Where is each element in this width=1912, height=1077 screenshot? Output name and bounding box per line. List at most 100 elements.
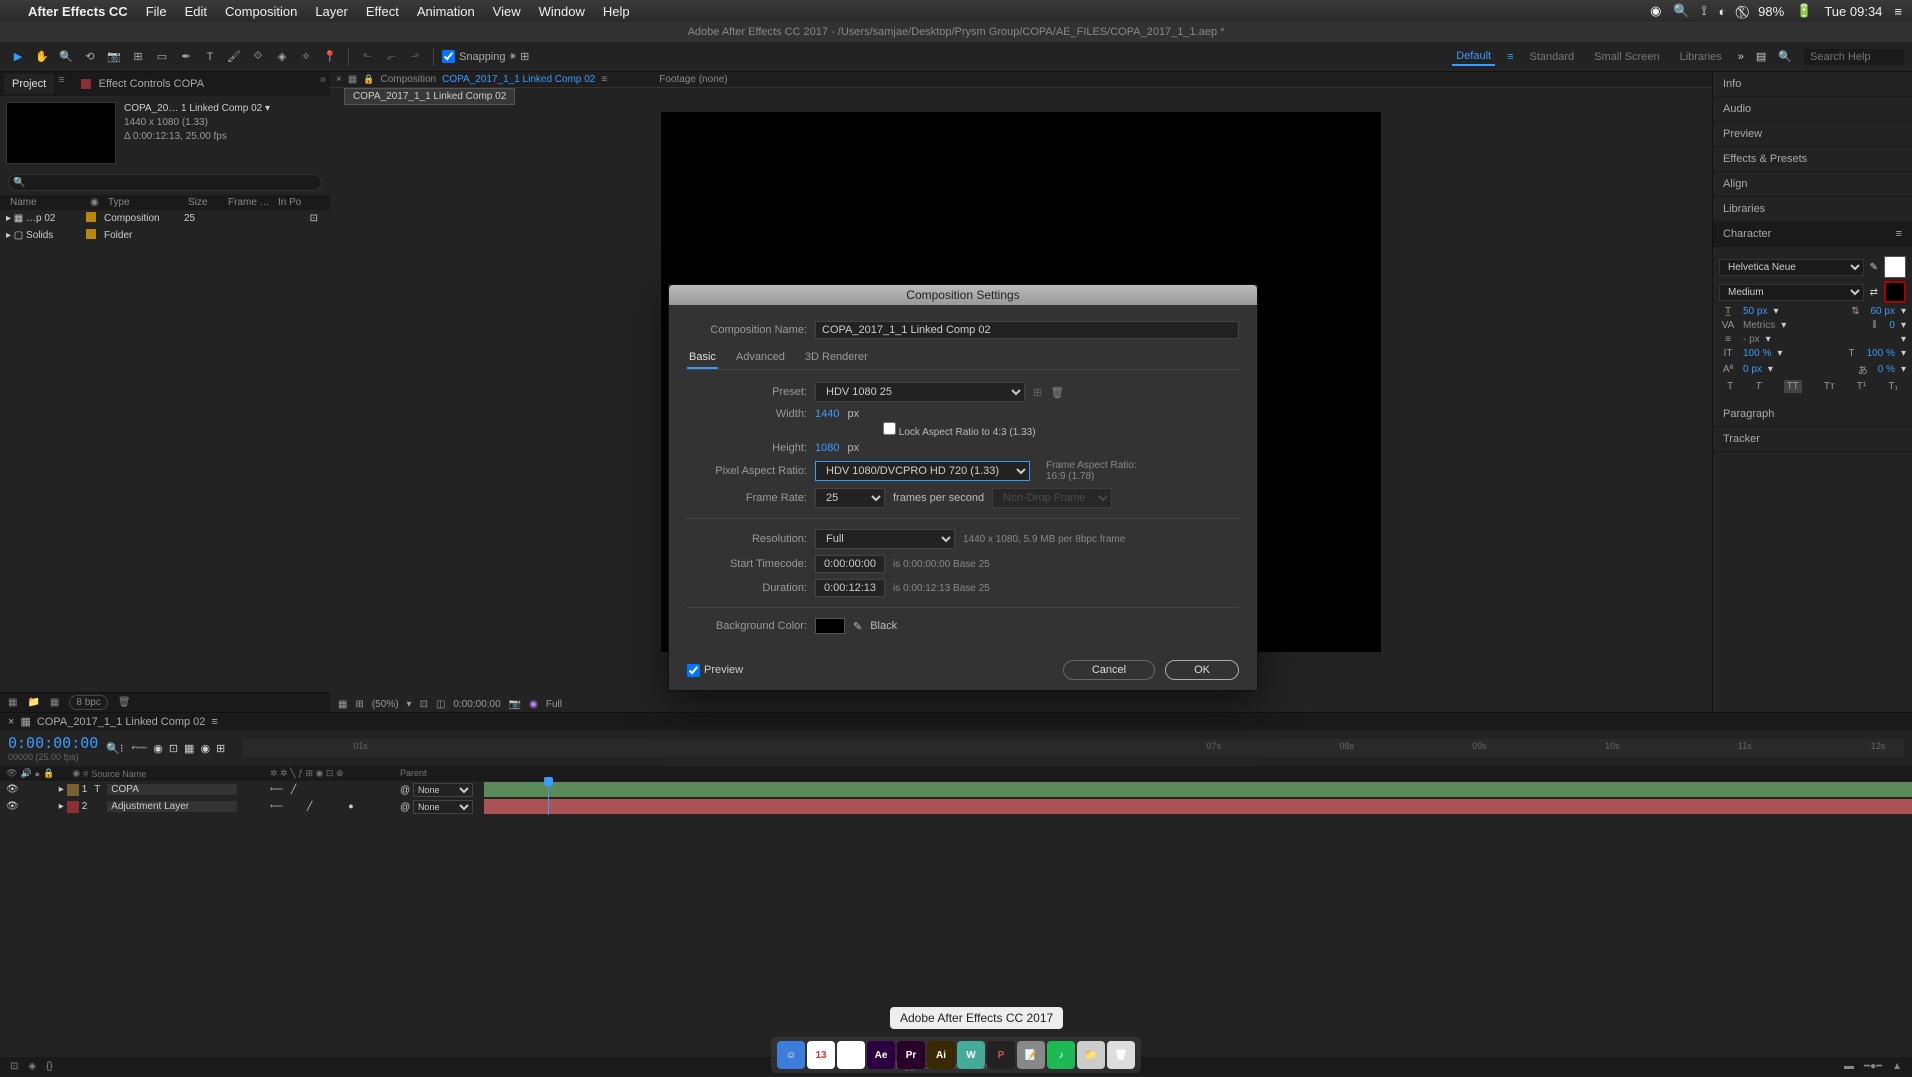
source-name-column[interactable]: Source Name <box>91 769 221 779</box>
save-preset-icon[interactable]: ⊞ <box>1033 386 1042 399</box>
comp-mini-flowchart-icon[interactable]: ⬳ <box>132 742 148 755</box>
timeline-layer-row[interactable]: 👁 ▸ 1 T COPA ⬳ ╱ @ None <box>0 781 1912 798</box>
workspace-menu-icon[interactable]: ≡ <box>1507 51 1513 63</box>
duration-input[interactable] <box>815 579 885 597</box>
dock-trash-icon[interactable]: 🗑 <box>1107 1041 1135 1069</box>
clock[interactable]: Tue 09:34 <box>1824 4 1882 19</box>
comp-breadcrumb[interactable]: COPA_2017_1_1 Linked Comp 02 <box>344 88 515 105</box>
menu-layer[interactable]: Layer <box>315 4 348 19</box>
bluetooth-icon[interactable]: ᛒ⃠ <box>1738 4 1746 19</box>
hscale-value[interactable]: 100 % <box>1867 348 1895 359</box>
trash-icon[interactable]: 🗑 <box>118 697 131 708</box>
selection-tool-icon[interactable]: ▶ <box>8 47 28 67</box>
ok-button[interactable]: OK <box>1165 660 1239 680</box>
pen-tool-icon[interactable]: ✒ <box>176 47 196 67</box>
snapping-options-icon[interactable]: ⚹ <box>510 50 517 63</box>
lock-column-icon[interactable]: 🔒 <box>43 768 54 779</box>
dock-aftereffects-icon[interactable]: Ae <box>867 1041 895 1069</box>
tab-project[interactable]: Project <box>4 74 54 94</box>
audio-column-icon[interactable]: 🔊 <box>20 768 31 779</box>
eyedropper-icon[interactable]: ✎ <box>1870 262 1878 273</box>
dock-chrome-icon[interactable]: ◉ <box>837 1041 865 1069</box>
stroke-color-swatch[interactable] <box>1884 281 1906 303</box>
panel-character[interactable]: Character≡ <box>1713 222 1912 247</box>
lock-aspect-checkbox[interactable]: Lock Aspect Ratio to 4:3 (1.33) <box>883 422 1036 438</box>
shy-icon[interactable]: ⊡ <box>169 742 178 755</box>
label-column-icon[interactable]: ◉ <box>72 768 80 779</box>
layer-duration-bar[interactable] <box>484 782 1912 797</box>
project-row[interactable]: ▸ ▦ …p 02 Composition 25 ⊡ <box>0 210 330 227</box>
par-select[interactable]: HDV 1080/DVCPRO HD 720 (1.33) <box>815 461 1030 481</box>
keys-icon[interactable]: ◈ <box>28 1061 36 1072</box>
swap-colors-icon[interactable]: ⇄ <box>1870 287 1878 298</box>
orbit-tool-icon[interactable]: ⟲ <box>80 47 100 67</box>
dock-finder-icon[interactable]: ☺ <box>777 1041 805 1069</box>
dock-calendar-icon[interactable]: 13 <box>807 1041 835 1069</box>
cc-icon[interactable]: ◉ <box>1650 3 1661 19</box>
panel-tracker[interactable]: Tracker <box>1713 427 1912 452</box>
preview-checkbox[interactable]: Preview <box>687 664 743 677</box>
dock-premiere-icon[interactable]: Pr <box>897 1041 925 1069</box>
close-timeline-tab-icon[interactable]: × <box>8 716 14 728</box>
snapping-toggle[interactable]: Snapping ⚹ ⊞ <box>442 50 529 63</box>
bpc-button[interactable]: 8 bpc <box>69 695 107 710</box>
menu-help[interactable]: Help <box>603 4 630 19</box>
type-tool-icon[interactable]: T <box>200 47 220 67</box>
current-time[interactable]: 0:00:00:00 <box>453 699 500 710</box>
project-search-input[interactable] <box>8 174 322 191</box>
menu-window[interactable]: Window <box>539 4 585 19</box>
brackets-icon[interactable]: {} <box>46 1061 53 1072</box>
snapshot-icon[interactable]: 📷 <box>509 699 521 710</box>
comp-name-input[interactable] <box>815 321 1239 339</box>
video-toggle-icon[interactable]: 👁 <box>6 784 19 795</box>
faux-bold-icon[interactable]: T <box>1727 381 1733 392</box>
motion-blur-icon[interactable]: ◉ <box>200 742 210 755</box>
layer-panel-icon[interactable]: ▦ <box>348 74 357 85</box>
magnify-icon[interactable]: ▦ <box>338 699 347 710</box>
comp-thumbnail[interactable] <box>6 102 116 164</box>
parent-select[interactable]: None <box>413 800 473 814</box>
menu-animation[interactable]: Animation <box>417 4 475 19</box>
search-help-input[interactable] <box>1804 49 1904 65</box>
panel-audio[interactable]: Audio <box>1713 97 1912 122</box>
zoom-tool-icon[interactable]: 🔍 <box>56 47 76 67</box>
zoom-out-icon[interactable]: ▬ <box>1844 1061 1854 1072</box>
resolution-select[interactable]: Full <box>815 529 955 549</box>
roto-tool-icon[interactable]: ✧ <box>296 47 316 67</box>
snapping-dropdown-icon[interactable]: ⊞ <box>520 50 529 63</box>
workspace-panel-icon[interactable]: ▤ <box>1756 50 1766 63</box>
tab-advanced[interactable]: Advanced <box>734 347 787 369</box>
zoom-slider[interactable]: ━●━ <box>1864 1061 1882 1072</box>
tab-3d-renderer[interactable]: 3D Renderer <box>803 347 870 369</box>
dock-app-p-icon[interactable]: P <box>987 1041 1015 1069</box>
clone-tool-icon[interactable]: ⟐ <box>248 47 268 67</box>
panel-info[interactable]: Info <box>1713 72 1912 97</box>
collapse-switch-icon[interactable]: ╱ <box>291 784 296 795</box>
solo-column-icon[interactable]: ● <box>35 769 40 779</box>
dock-notes-icon[interactable]: 📝 <box>1017 1041 1045 1069</box>
workspace-standard[interactable]: Standard <box>1526 49 1579 65</box>
zoom-level[interactable]: (50%) <box>372 699 399 710</box>
comp-name[interactable]: COPA_20… 1 Linked Comp 02 ▾ <box>124 102 270 116</box>
local-axis-icon[interactable]: ⬑ <box>357 47 377 67</box>
close-tab-icon[interactable]: × <box>336 74 342 85</box>
view-axis-icon[interactable]: ⬏ <box>405 47 425 67</box>
fill-color-swatch[interactable] <box>1884 256 1906 278</box>
workspace-default[interactable]: Default <box>1452 48 1495 66</box>
cancel-button[interactable]: Cancel <box>1063 660 1155 680</box>
faux-italic-icon[interactable]: T <box>1755 381 1761 392</box>
pickwhip-icon[interactable]: @ <box>400 785 410 796</box>
frame-blend-icon[interactable]: ▦ <box>184 742 194 755</box>
panel-libraries[interactable]: Libraries <box>1713 197 1912 222</box>
collapse-switch-icon[interactable]: ╱ <box>307 801 312 812</box>
superscript-icon[interactable]: T¹ <box>1857 381 1866 392</box>
resolution-menu[interactable]: Full <box>546 699 562 710</box>
world-axis-icon[interactable]: ⬐ <box>381 47 401 67</box>
wifi-icon[interactable]: ⟟ <box>1702 3 1707 19</box>
project-row[interactable]: ▸ ▢ Solids Folder <box>0 227 330 244</box>
interpret-footage-icon[interactable]: ▦ <box>8 697 17 708</box>
app-name[interactable]: After Effects CC <box>28 4 128 19</box>
video-toggle-icon[interactable]: 👁 <box>6 801 19 812</box>
menu-effect[interactable]: Effect <box>366 4 399 19</box>
kerning-value[interactable]: Metrics <box>1743 320 1775 331</box>
